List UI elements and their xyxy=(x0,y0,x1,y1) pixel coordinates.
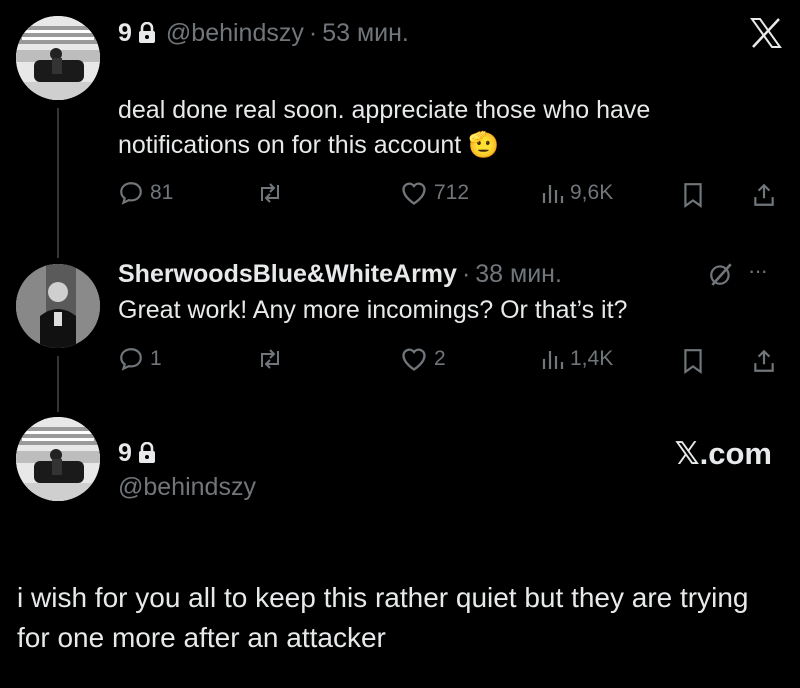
like-button[interactable]: 712 xyxy=(400,180,469,206)
separator-dot: · xyxy=(461,259,471,288)
reply-count: 1 xyxy=(150,347,162,370)
separator-dot: · xyxy=(308,18,318,47)
avatar-sherwoods[interactable] xyxy=(16,264,100,348)
card-header: 9 xyxy=(118,436,156,470)
reply-icon xyxy=(120,348,142,371)
like-count: 2 xyxy=(434,347,446,370)
grok-icon[interactable] xyxy=(706,259,736,289)
tweet1-time[interactable]: 53 мин. xyxy=(322,19,409,48)
bookmark-icon xyxy=(684,349,702,374)
retweet-icon xyxy=(261,183,279,203)
lock-icon xyxy=(138,442,156,464)
avatar-image xyxy=(16,417,100,501)
badge-number: 9 xyxy=(118,438,132,467)
views-button[interactable]: 9,6K xyxy=(540,180,613,206)
card-text: i wish for you all to keep this rather q… xyxy=(17,582,749,653)
thread-line xyxy=(57,108,59,258)
views-icon xyxy=(542,351,564,369)
tweet1-header: 9 @behindszy · 53 мин. xyxy=(118,16,409,50)
reply-header: SherwoodsBlue&WhiteArmy · 38 мин. xyxy=(118,257,562,291)
bookmark-button[interactable] xyxy=(680,348,706,374)
retweet-button[interactable] xyxy=(256,346,284,372)
tweet1-handle[interactable]: @behindszy xyxy=(166,19,304,48)
reply-button[interactable]: 1 xyxy=(118,346,162,372)
lock-icon xyxy=(138,22,156,44)
site-label: 𝕏.com xyxy=(674,436,772,471)
views-count: 1,4K xyxy=(570,347,614,370)
share-button[interactable] xyxy=(750,347,778,375)
avatar-image xyxy=(16,264,100,348)
like-count: 712 xyxy=(434,181,470,204)
heart-icon xyxy=(402,182,426,205)
reply-button[interactable]: 81 xyxy=(118,180,173,206)
reply-icon xyxy=(120,182,142,205)
like-button[interactable]: 2 xyxy=(400,346,446,372)
retweet-button[interactable] xyxy=(256,180,284,206)
reply-count: 81 xyxy=(150,181,174,204)
bookmark-icon xyxy=(684,183,702,208)
thread-line xyxy=(57,356,59,412)
avatar-image xyxy=(16,16,100,100)
avatar-behindszy[interactable] xyxy=(16,16,100,100)
reply-text: Great work! Any more incomings? Or that’… xyxy=(118,296,628,324)
heart-icon xyxy=(402,348,426,371)
more-options-button[interactable]: ··· xyxy=(748,258,768,284)
share-button[interactable] xyxy=(750,181,778,209)
share-icon xyxy=(754,349,774,372)
reply-author-name[interactable]: SherwoodsBlue&WhiteArmy xyxy=(118,260,457,289)
card-handle[interactable]: @behindszy xyxy=(118,470,256,504)
tweet1-text: deal done real soon. appreciate those wh… xyxy=(118,96,651,159)
retweet-icon xyxy=(261,349,279,369)
x-logo-icon[interactable] xyxy=(748,16,784,50)
views-icon xyxy=(542,185,564,203)
share-icon xyxy=(754,183,774,206)
avatar-behindszy-card[interactable] xyxy=(16,417,100,501)
views-button[interactable]: 1,4K xyxy=(540,346,613,372)
badge-number: 9 xyxy=(118,18,132,47)
bookmark-button[interactable] xyxy=(680,182,706,208)
reply-time[interactable]: 38 мин. xyxy=(475,260,562,289)
views-count: 9,6K xyxy=(570,181,614,204)
